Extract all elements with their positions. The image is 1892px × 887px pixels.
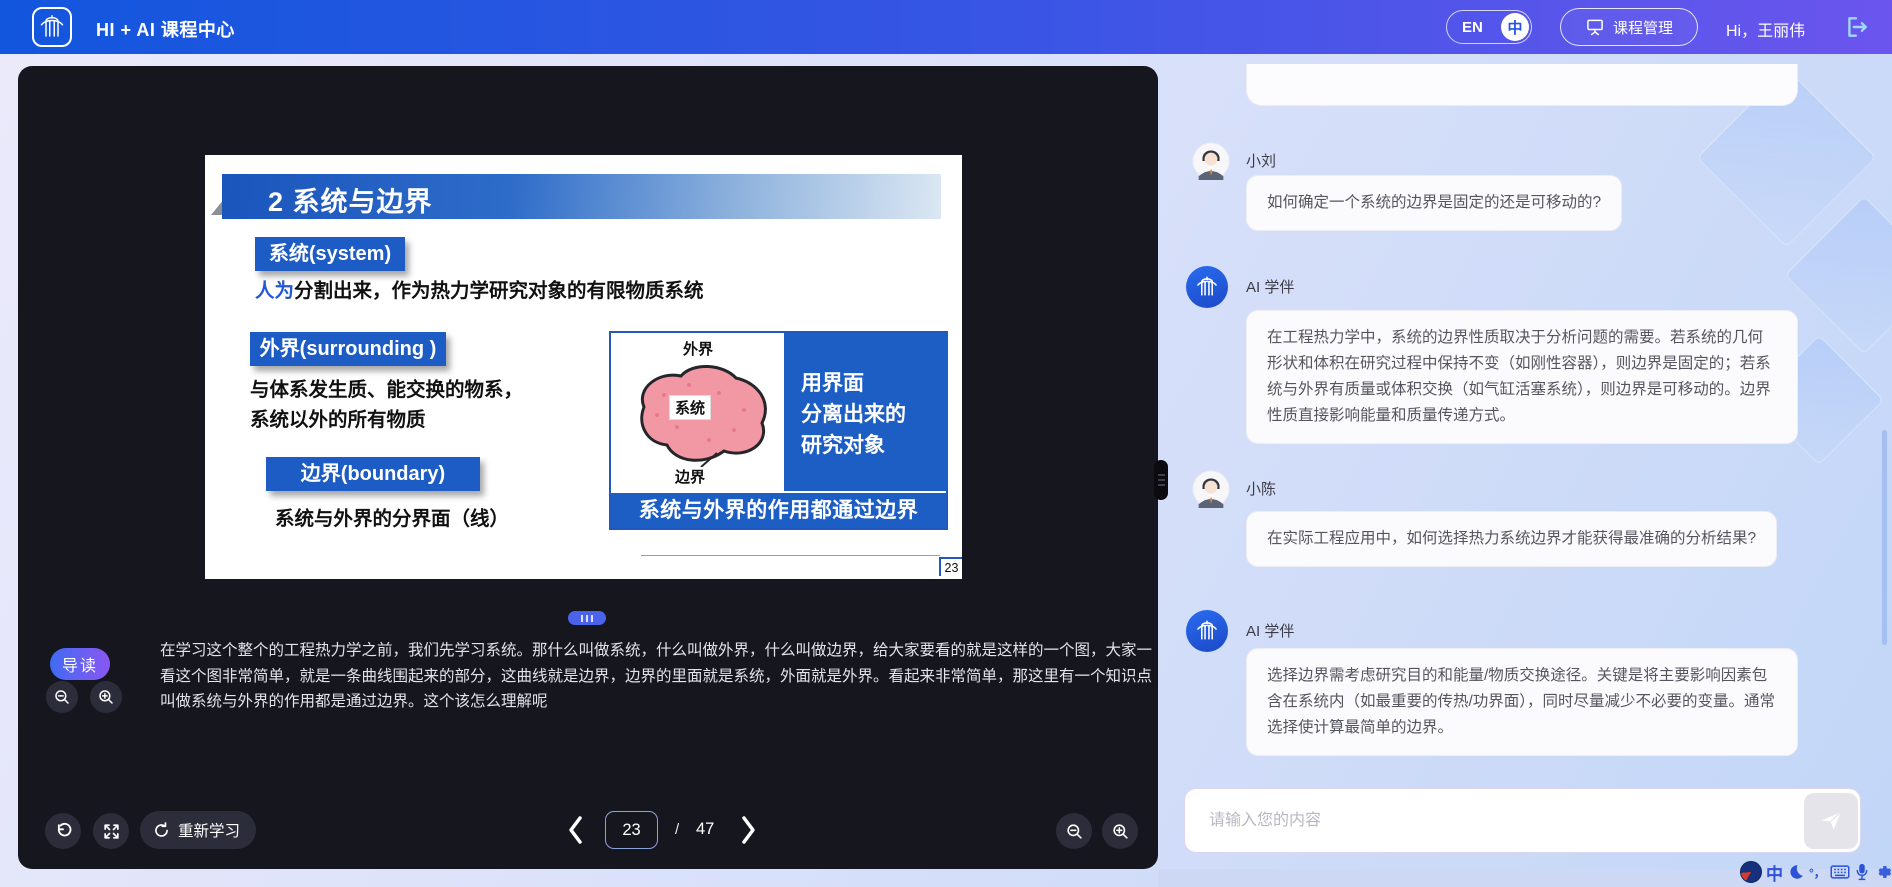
diagram-side-caption: 用界面 分离出来的 研究对象 [784,333,948,491]
presentation-icon [1585,17,1605,37]
ime-moon-icon[interactable] [1787,863,1805,881]
magnifier-plus-icon [97,688,115,706]
system-keyword-box: 系统(system) [255,237,405,271]
magnifier-plus-icon [1111,822,1130,841]
fullscreen-button[interactable] [93,813,129,849]
magnifier-minus-icon [1065,822,1084,841]
magnifier-minus-icon [53,688,71,706]
guide-paragraph: 在学习这个整个的工程热力学之前，我们先学习系统。那什么叫做系统，什么叫做外界，什… [160,638,1152,715]
diagram-bottom-banner: 系统与外界的作用都通过边界 [611,493,946,528]
undo-icon [53,821,73,841]
surrounding-description-line2: 系统以外的所有物质 [250,403,426,432]
ime-logo-icon[interactable] [1740,861,1762,883]
chat-input-container [1184,788,1861,853]
app-title: HI + AI 课程中心 [96,16,235,42]
course-manage-button[interactable]: 课程管理 [1560,8,1698,46]
side-caption-line1: 用界面 [801,368,948,399]
boundary-description: 系统与外界的分界面（线） [275,502,509,531]
total-pages: 47 [696,820,714,839]
diagram-system-label: 系统 [669,395,711,420]
course-manage-label: 课程管理 [1613,17,1673,38]
app-window: HI + AI 课程中心 EN 中 课程管理 Hi，王丽伟 2 系统与边界 系统… [0,0,1892,887]
slide-title-banner: 2 系统与边界 [222,174,941,219]
slide-footer-line [641,555,940,556]
logout-icon [1844,14,1870,40]
diagram-boundary-label: 边界 [675,466,705,487]
page-number-input[interactable]: 23 [605,811,658,849]
ime-punctuation-icon[interactable]: °， [1809,864,1826,881]
language-toggle[interactable]: EN 中 [1446,10,1532,44]
ime-language-icon[interactable]: 中 [1766,860,1783,885]
system-description-rest: 分割出来，作为热力学研究对象的有限物质系统 [294,280,704,302]
send-button[interactable] [1804,793,1858,849]
ime-microphone-icon[interactable] [1854,863,1870,881]
chat-panel: 小刘 如何确定一个系统的边界是固定的还是可移动的? AI 学伴 在工程热力学中，… [1158,54,1892,887]
pavilion-icon [37,12,67,42]
scrolled-message-bubble [1246,64,1798,106]
system-boundary-diagram: 外界 系统 边界 用界面 分离出来的 研究对象 系统 [609,331,948,530]
ime-keyboard-icon[interactable] [1830,864,1850,880]
ime-toolbar[interactable]: 中 °， [1740,858,1892,886]
slide-page-number: 23 [939,557,962,576]
paper-plane-icon [1818,808,1844,834]
slide-title: 2 系统与边界 [268,180,433,219]
language-option-en[interactable]: EN [1462,19,1483,36]
message-author: AI 学伴 [1246,276,1294,297]
prev-page-button[interactable] [566,814,584,846]
pavilion-icon [1194,618,1220,644]
brand-logo [32,7,72,47]
surrounding-keyword-box: 外界(surrounding ) [250,332,446,366]
panel-resize-handle[interactable] [1154,460,1168,500]
chat-message-user: 在实际工程应用中，如何选择热力系统边界才能获得最准确的分析结果? [1246,511,1777,567]
ime-settings-icon[interactable] [1874,863,1892,881]
side-caption-line3: 研究对象 [801,430,948,461]
pavilion-icon [1194,274,1220,300]
message-author: 小刘 [1246,150,1276,171]
text-zoom-out-button[interactable] [46,681,78,713]
restart-learning-button[interactable]: 重新学习 [140,811,256,849]
slide-viewer-panel: 2 系统与边界 系统(system) 人为分割出来，作为热力学研究对象的有限物质… [18,66,1158,869]
undo-button[interactable] [45,813,81,849]
slide-zoom-in-button[interactable] [1102,813,1138,849]
system-description-highlight: 人为 [255,280,294,302]
next-page-button[interactable] [740,814,758,846]
restart-learning-label: 重新学习 [178,819,240,841]
chat-scrollbar[interactable] [1882,430,1887,645]
slide-canvas: 2 系统与边界 系统(system) 人为分割出来，作为热力学研究对象的有限物质… [205,155,962,579]
chat-input[interactable] [1207,789,1791,853]
message-author: AI 学伴 [1246,620,1294,641]
student-avatar [1192,470,1230,508]
chat-message-ai: 选择边界需考虑研究目的和能量/物质交换途径。关键是将主要影响因素包含在系统内（如… [1246,648,1798,756]
language-option-zh[interactable]: 中 [1501,13,1529,41]
app-header: HI + AI 课程中心 EN 中 课程管理 Hi，王丽伟 [0,0,1892,54]
chat-message-user: 如何确定一个系统的边界是固定的还是可移动的? [1246,175,1622,231]
fullscreen-icon [102,822,121,841]
student-avatar [1192,142,1230,180]
slide-zoom-out-button[interactable] [1056,813,1092,849]
user-greeting: Hi，王丽伟 [1726,17,1805,41]
surrounding-description-line1: 与体系发生质、能交换的物系， [250,373,523,402]
logout-button[interactable] [1844,14,1870,40]
message-author: 小陈 [1246,478,1276,499]
page-separator: / [675,821,679,838]
side-caption-line2: 分离出来的 [801,399,948,430]
ai-avatar [1186,266,1228,308]
boundary-keyword-box: 边界(boundary) [266,457,480,491]
slide-drag-handle[interactable] [568,611,606,625]
chat-message-ai: 在工程热力学中，系统的边界性质取决于分析问题的需要。若系统的几何形状和体积在研究… [1246,310,1798,444]
ai-avatar [1186,610,1228,652]
system-description: 人为分割出来，作为热力学研究对象的有限物质系统 [255,274,704,303]
guide-badge: 导读 [50,648,110,680]
text-zoom-in-button[interactable] [90,681,122,713]
refresh-icon [152,821,171,840]
